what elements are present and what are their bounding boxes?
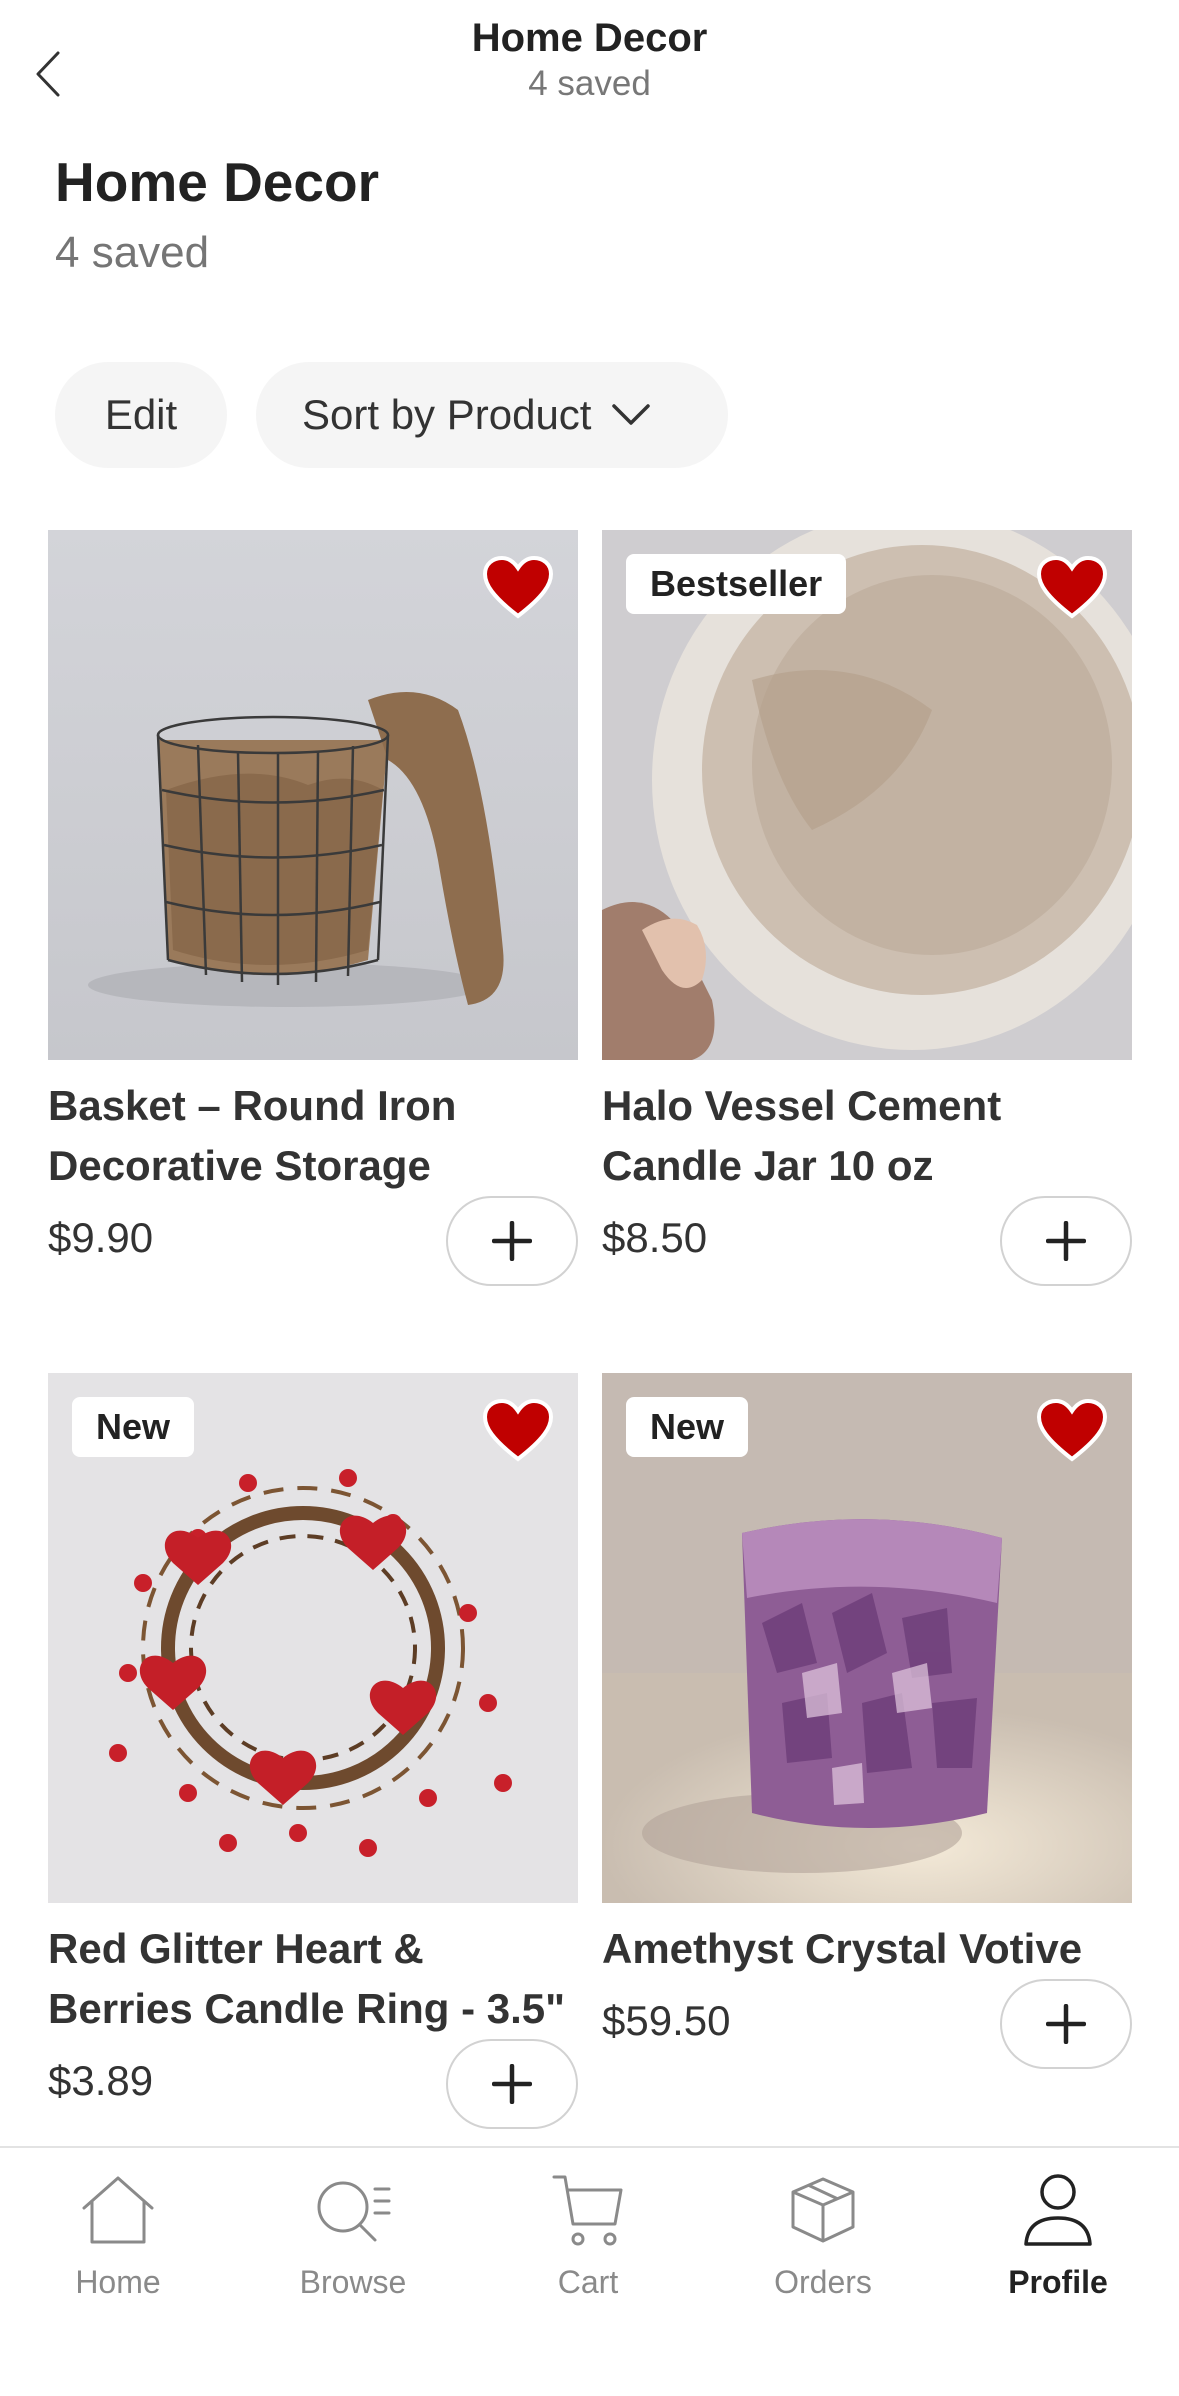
tab-orders[interactable]: Orders	[733, 2168, 913, 2301]
product-price: $3.89	[48, 2057, 154, 2104]
nav-subtitle: 4 saved	[528, 64, 651, 103]
favorite-button[interactable]	[476, 1393, 560, 1469]
product-image-candle-ring[interactable]: New	[48, 1373, 578, 1903]
product-price: $9.90	[48, 1214, 154, 1261]
plus-icon	[492, 1221, 532, 1261]
product-title[interactable]: Amethyst Crystal Votive	[602, 1919, 1132, 1979]
tab-home[interactable]: Home	[28, 2168, 208, 2301]
add-to-cart-button[interactable]	[1000, 1979, 1132, 2069]
product-card[interactable]: Bestseller Halo Vessel Cement Candle Jar…	[602, 530, 1132, 1292]
product-title[interactable]: Red Glitter Heart & Berries Candle Ring …	[48, 1919, 578, 2039]
product-title[interactable]: Basket – Round Iron Decorative Storage	[48, 1076, 578, 1196]
bestseller-badge: Bestseller	[626, 554, 847, 614]
heart-icon	[482, 1399, 554, 1462]
product-card[interactable]: Basket – Round Iron Decorative Storage $…	[48, 530, 578, 1292]
new-badge: New	[626, 1397, 749, 1457]
bottom-tab-bar: Home Browse Cart Orders Profile	[0, 2146, 1179, 2396]
tab-home-label: Home	[75, 2264, 161, 2300]
product-price: $59.50	[602, 1997, 731, 2044]
page-title: Home Decor	[55, 151, 379, 213]
favorite-button[interactable]	[1030, 550, 1114, 626]
sort-dropdown[interactable]: Sort by Product	[256, 362, 728, 468]
edit-label: Edit	[104, 391, 178, 438]
heart-icon	[482, 556, 554, 619]
heart-icon	[1036, 556, 1108, 619]
favorite-button[interactable]	[476, 550, 560, 626]
plus-icon	[492, 2064, 532, 2104]
home-icon	[82, 2176, 154, 2244]
add-to-cart-button[interactable]	[446, 1196, 578, 1286]
edit-button[interactable]: Edit	[55, 362, 227, 468]
heart-icon	[1036, 1399, 1108, 1462]
cart-icon	[552, 2175, 623, 2246]
nav-title: Home Decor	[471, 16, 708, 60]
product-image-basket[interactable]	[48, 530, 578, 1060]
tab-cart-label: Cart	[557, 2264, 619, 2300]
profile-icon	[1024, 2174, 1092, 2246]
product-title[interactable]: Halo Vessel Cement Candle Jar 10 oz	[602, 1076, 1132, 1196]
add-to-cart-button[interactable]	[1000, 1196, 1132, 1286]
tab-orders-label: Orders	[774, 2264, 872, 2300]
new-badge: New	[72, 1397, 195, 1457]
favorite-button[interactable]	[1030, 1393, 1114, 1469]
plus-icon	[1046, 2004, 1086, 2044]
product-card[interactable]: New Red Glitter Heart & Berries Candle R…	[48, 1373, 578, 2135]
tab-browse-label: Browse	[299, 2264, 407, 2300]
sort-label: Sort by Product	[302, 391, 592, 438]
product-image-amethyst-votive[interactable]: New	[602, 1373, 1132, 1903]
tab-profile-label: Profile	[1008, 2264, 1108, 2300]
orders-icon	[791, 2177, 855, 2243]
plus-icon	[1046, 1221, 1086, 1261]
add-to-cart-button[interactable]	[446, 2039, 578, 2129]
tab-cart[interactable]: Cart	[498, 2168, 678, 2301]
chevron-down-icon	[611, 403, 651, 427]
product-image-candle-jar[interactable]: Bestseller	[602, 530, 1132, 1060]
tab-profile[interactable]: Profile	[968, 2168, 1148, 2301]
top-navigation: Home Decor 4 saved	[0, 0, 1179, 120]
tab-browse[interactable]: Browse	[263, 2168, 443, 2301]
browse-icon	[317, 2181, 391, 2242]
saved-count: 4 saved	[55, 228, 210, 277]
product-price: $8.50	[602, 1214, 708, 1261]
product-card[interactable]: New Amethyst Crystal Votive $59.50	[602, 1373, 1132, 2075]
